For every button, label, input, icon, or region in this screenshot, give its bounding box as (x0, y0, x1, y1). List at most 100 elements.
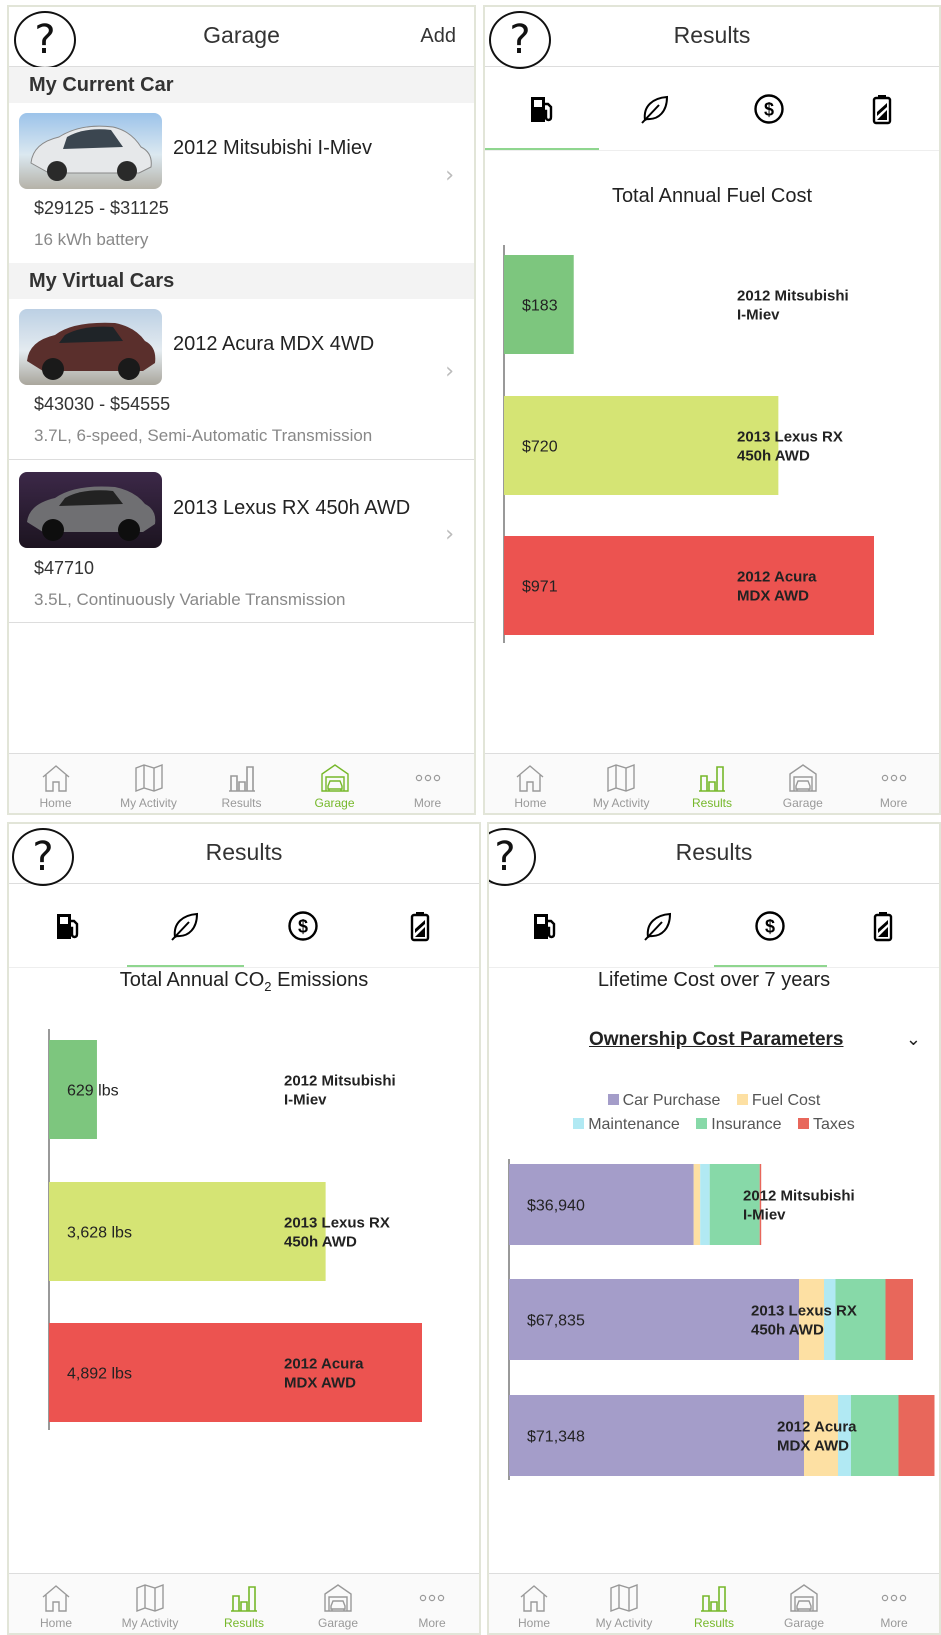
garage-icon (319, 762, 351, 794)
fuel-tab[interactable] (485, 67, 599, 150)
bar-value-label: $183 (522, 298, 558, 315)
nav-bar: ? Results (489, 824, 939, 886)
fuel-pump-icon (529, 910, 561, 942)
emissions-tab[interactable] (602, 884, 715, 967)
battery-tab[interactable] (826, 67, 940, 150)
tab-results[interactable]: Results (669, 1574, 759, 1633)
tab-label: More (418, 1616, 446, 1630)
bar-chart-icon (228, 1582, 260, 1614)
tab-label: Garage (783, 1616, 825, 1630)
car-price: $47710 (34, 558, 95, 578)
car-item-acura[interactable]: 2012 Acura MDX 4WD › $43030 - $54555 3.7… (9, 299, 474, 459)
tab-results[interactable]: Results (197, 1574, 291, 1633)
add-button[interactable]: Add (420, 25, 456, 48)
more-icon (878, 1582, 910, 1614)
battery-tab[interactable] (362, 884, 480, 967)
bar-segment (759, 1164, 762, 1245)
legend-item-purchase: Car Purchase (607, 1092, 720, 1109)
metric-selector (485, 67, 939, 151)
tab-garage[interactable]: Garage (288, 754, 381, 813)
fuel-tab[interactable] (9, 884, 127, 967)
bar-value-label: 4,892 lbs (67, 1366, 132, 1383)
bar-total-label: $36,940 (527, 1198, 585, 1215)
tab-garage[interactable]: Garage (759, 1574, 849, 1633)
page-title: Results (675, 839, 753, 865)
bar-segment (885, 1279, 913, 1360)
car-thumbnail (19, 472, 162, 548)
car-spec: 3.5L, Continuously Variable Transmission (34, 590, 346, 609)
tab-label: My Activity (592, 796, 650, 810)
results-fuel-screen: ? Results Total Annual Fuel Cost $183 201… (483, 5, 941, 815)
fuel-tab[interactable] (489, 884, 602, 967)
car-name: 2012 Acura MDX 4WD (173, 333, 375, 355)
chevron-down-icon[interactable]: ⌄ (906, 1029, 921, 1050)
tab-home[interactable]: Home (489, 1574, 579, 1633)
bar-chart-icon (696, 762, 728, 794)
tab-more[interactable]: More (849, 1574, 939, 1633)
bar-total-label: $71,348 (527, 1429, 585, 1446)
tab-results[interactable]: Results (667, 754, 758, 813)
car-spec: 3.7L, 6-speed, Semi-Automatic Transmissi… (34, 426, 373, 445)
tab-home[interactable]: Home (485, 754, 576, 813)
tab-my-activity[interactable]: My Activity (103, 1574, 197, 1633)
current-car-header: My Current Car (9, 67, 474, 103)
tab-more[interactable]: More (381, 754, 474, 813)
tab-garage[interactable]: Garage (757, 754, 848, 813)
cost-tab[interactable] (712, 67, 826, 150)
page-title: Results (205, 839, 283, 865)
more-icon (878, 762, 910, 794)
chart-title-subscript: 2 (264, 979, 272, 994)
tab-label: Home (39, 796, 72, 810)
tab-results[interactable]: Results (195, 754, 288, 813)
tab-more[interactable]: More (385, 1574, 479, 1633)
bar-segment (898, 1395, 935, 1476)
chart-title: Lifetime Cost over 7 years (597, 969, 831, 991)
cost-tab[interactable] (244, 884, 362, 967)
battery-tab[interactable] (827, 884, 940, 967)
tab-label: Garage (782, 796, 823, 810)
virtual-cars-header: My Virtual Cars (9, 263, 474, 299)
car-item-lexus[interactable]: 2013 Lexus RX 450h AWD › $47710 3.5L, Co… (9, 460, 474, 622)
chart-legend-row2: Maintenance Insurance Taxes (489, 1116, 939, 1134)
tab-my-activity[interactable]: My Activity (576, 754, 667, 813)
tab-my-activity[interactable]: My Activity (102, 754, 195, 813)
car-photo-lexus (27, 486, 156, 541)
legend-swatch (736, 1094, 748, 1105)
fuel-pump-icon (52, 910, 84, 942)
home-icon (518, 1582, 550, 1614)
tab-home[interactable]: Home (9, 1574, 103, 1633)
map-icon (605, 762, 637, 794)
metric-selector (9, 884, 479, 968)
tab-label: Garage (314, 796, 355, 810)
tab-label: More (413, 796, 442, 810)
fuel-pump-icon (526, 93, 558, 125)
tab-label: My Activity (120, 796, 177, 810)
cost-tab[interactable] (714, 884, 827, 967)
car-item-mitsubishi[interactable]: 2012 Mitsubishi I-Miev › $29125 - $31125… (9, 103, 474, 263)
page-title: Results (673, 22, 751, 48)
tab-label: Results (691, 796, 732, 810)
bar-value-label: $971 (522, 579, 558, 596)
car-price: $29125 - $31125 (34, 198, 169, 218)
home-icon (40, 1582, 72, 1614)
legend-item-insurance: Insurance (696, 1116, 782, 1133)
emissions-tab[interactable] (599, 67, 713, 150)
tab-home[interactable]: Home (9, 754, 102, 813)
ownership-params-toggle[interactable]: Ownership Cost Parameters (589, 1029, 843, 1051)
fuel-cost-chart: $1832012 Mitsubishi I-Miev$7202013 Lexus … (503, 245, 874, 643)
tab-more[interactable]: More (848, 754, 939, 813)
bar-segment (700, 1164, 710, 1245)
tab-garage[interactable]: Garage (291, 1574, 385, 1633)
battery-icon (866, 93, 898, 125)
nav-bar: ? Results (9, 824, 479, 886)
garage-icon (788, 1582, 820, 1614)
legend-label: Fuel Cost (751, 1092, 821, 1109)
bar-total-label: $67,835 (527, 1313, 585, 1330)
tab-label: More (879, 796, 908, 810)
car-photo-acura (27, 322, 156, 380)
bar-value-label: 3,628 lbs (67, 1225, 132, 1242)
bar-chart-icon (226, 762, 258, 794)
tab-my-activity[interactable]: My Activity (579, 1574, 669, 1633)
tab-bar: Home My Activity Results Garage More (485, 753, 939, 813)
emissions-tab[interactable] (126, 884, 245, 967)
